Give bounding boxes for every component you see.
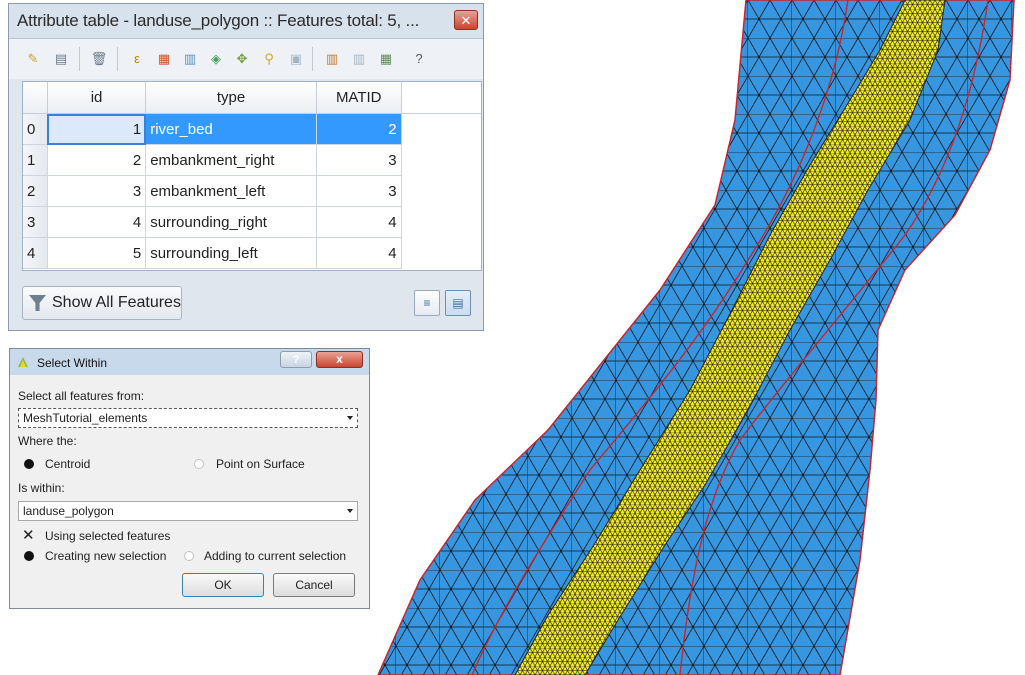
cancel-button[interactable]: Cancel	[273, 573, 355, 597]
within-label: Is within:	[18, 481, 65, 495]
attribute-table-titlebar[interactable]: Attribute table - landuse_polygon :: Fea…	[9, 4, 483, 39]
point-on-surface-label: Point on Surface	[216, 457, 305, 471]
creating-new-label: Creating new selection	[45, 549, 167, 563]
attribute-table-window: Attribute table - landuse_polygon :: Fea…	[8, 3, 484, 331]
select-within-dialog: Select Within ? x Select all features fr…	[9, 348, 370, 609]
attribute-grid: id type MATID 0 1 river_bed 2 1 2 embankment_r…	[22, 81, 482, 271]
table-row[interactable]: 0 1 river_bed 2	[23, 113, 481, 145]
pan-to-selection-icon[interactable]: ✥	[232, 49, 252, 69]
select-all-icon[interactable]: ▦	[154, 49, 174, 69]
adding-current-label: Adding to current selection	[204, 549, 347, 563]
copy-icon[interactable]: ▣	[286, 49, 306, 69]
creating-new-radio[interactable]	[24, 551, 34, 561]
adding-current-radio[interactable]	[184, 551, 194, 561]
trash-icon[interactable]: 🗑	[89, 49, 109, 69]
cell-matid[interactable]: 4	[316, 206, 402, 238]
cell-matid[interactable]: 3	[316, 144, 402, 176]
row-header[interactable]: 1	[23, 144, 48, 176]
cell-matid[interactable]: 4	[316, 237, 402, 269]
attribute-table-toolbar: ✎ ▤ 🗑 ε ▦ ▥ ◈ ✥ ⚲ ▣ ▥ ▥ ▦ ?	[9, 39, 483, 79]
within-combo[interactable]: landuse_polygon	[18, 501, 358, 521]
column-header-id[interactable]: id	[47, 82, 147, 114]
new-column-icon[interactable]: ▥	[322, 49, 342, 69]
pencil-icon[interactable]: ✎	[23, 49, 43, 69]
select-from-label: Select all features from:	[18, 389, 145, 403]
corner-cell[interactable]	[23, 82, 48, 114]
field-calculator-icon[interactable]: ▦	[376, 49, 396, 69]
chevron-down-icon	[347, 509, 353, 513]
row-header[interactable]: 2	[23, 175, 48, 207]
cell-matid[interactable]: 2	[316, 113, 402, 145]
row-header[interactable]: 0	[23, 113, 48, 145]
form-view-button[interactable]: ▤	[445, 290, 471, 316]
select-within-titlebar[interactable]: Select Within ? x	[10, 349, 369, 375]
cell-id[interactable]: 4	[47, 206, 147, 238]
filter-icon	[29, 295, 46, 311]
select-from-combo[interactable]: MeshTutorial_elements	[18, 408, 358, 428]
table-row[interactable]: 1 2 embankment_right 3	[23, 144, 481, 176]
table-row[interactable]: 2 3 embankment_left 3	[23, 175, 481, 207]
chevron-down-icon	[347, 416, 353, 420]
expression-select-icon[interactable]: ε	[127, 49, 147, 69]
using-selected-label: Using selected features	[45, 529, 171, 543]
cell-type[interactable]: river_bed	[145, 113, 317, 145]
cell-id[interactable]: 1	[47, 113, 147, 145]
cell-type[interactable]: embankment_left	[145, 175, 317, 207]
zoom-to-selection-icon[interactable]: ⚲	[259, 49, 279, 69]
select-from-value: MeshTutorial_elements	[23, 411, 148, 425]
using-selected-checkbox[interactable]: ✕	[22, 528, 35, 543]
close-button[interactable]: ✕	[454, 10, 478, 30]
cell-type[interactable]: surrounding_right	[145, 206, 317, 238]
table-row[interactable]: 4 5 surrounding_left 4	[23, 237, 481, 269]
row-header[interactable]: 4	[23, 237, 48, 269]
cell-id[interactable]: 3	[47, 175, 147, 207]
cell-type[interactable]: embankment_right	[145, 144, 317, 176]
cell-id[interactable]: 2	[47, 144, 147, 176]
ok-button[interactable]: OK	[182, 573, 264, 597]
show-features-label: Show All Features	[52, 294, 181, 311]
qgis-logo-icon	[18, 357, 28, 367]
cell-id[interactable]: 5	[47, 237, 147, 269]
delete-column-icon[interactable]: ▥	[349, 49, 369, 69]
centroid-radio[interactable]	[24, 459, 34, 469]
cell-type[interactable]: surrounding_left	[145, 237, 317, 269]
save-icon[interactable]: ▤	[51, 49, 71, 69]
table-row[interactable]: 3 4 surrounding_right 4	[23, 206, 481, 238]
dialog-title: Select Within	[37, 356, 108, 370]
point-on-surface-radio[interactable]	[194, 459, 204, 469]
cell-matid[interactable]: 3	[316, 175, 402, 207]
row-header[interactable]: 3	[23, 206, 48, 238]
attribute-table-title: Attribute table - landuse_polygon :: Fea…	[17, 11, 420, 30]
help-icon[interactable]: ?	[409, 49, 429, 69]
where-label: Where the:	[18, 434, 77, 448]
within-value: landuse_polygon	[23, 504, 114, 518]
column-header-type[interactable]: type	[145, 82, 317, 114]
invert-selection-icon[interactable]: ▥	[180, 49, 200, 69]
show-features-dropdown[interactable]: Show All Features	[22, 286, 182, 320]
centroid-label: Centroid	[45, 457, 91, 471]
table-view-button[interactable]: ≡	[414, 290, 440, 316]
help-button[interactable]: ?	[280, 351, 312, 368]
column-header-matid[interactable]: MATID	[316, 82, 402, 114]
dialog-close-button[interactable]: x	[316, 351, 363, 368]
move-to-top-icon[interactable]: ◈	[206, 49, 226, 69]
